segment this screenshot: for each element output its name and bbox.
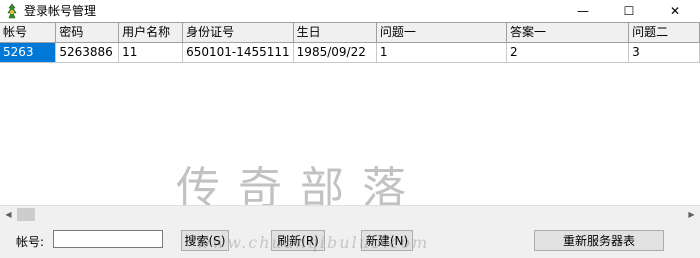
- column-header-answer-1[interactable]: 答案一: [506, 23, 630, 43]
- reload-server-table-button[interactable]: 重新服务器表: [534, 230, 664, 251]
- column-header-id-number[interactable]: 身份证号: [182, 23, 294, 43]
- cell-question-1[interactable]: 1: [376, 42, 508, 63]
- column-header-question-1[interactable]: 问题一: [376, 23, 508, 43]
- account-grid[interactable]: 帐号 密码 用户名称 身份证号 生日 问题一 答案一 问题二 5263 5263…: [0, 22, 700, 221]
- search-bar: 帐号: 搜索(S) 刷新(R) 新建(N) 重新服务器表: [0, 222, 700, 258]
- cell-password[interactable]: 5263886: [55, 42, 120, 63]
- cell-birthday[interactable]: 1985/09/22: [293, 42, 377, 63]
- account-label: 帐号:: [16, 235, 45, 249]
- cell-id-number[interactable]: 650101-1455111: [182, 42, 294, 63]
- title-bar: 登录帐号管理 — ☐ ✕: [0, 0, 700, 22]
- refresh-button[interactable]: 刷新(R): [271, 230, 325, 251]
- scroll-right-icon[interactable]: ▶: [683, 206, 700, 223]
- add-button[interactable]: 新建(N): [361, 230, 413, 251]
- search-button[interactable]: 搜索(S): [181, 230, 229, 251]
- maximize-button[interactable]: ☐: [606, 0, 652, 22]
- column-header-account[interactable]: 帐号: [0, 23, 57, 43]
- close-button[interactable]: ✕: [652, 0, 698, 22]
- column-header-question-2[interactable]: 问题二: [628, 23, 700, 43]
- minimize-button[interactable]: —: [560, 0, 606, 22]
- column-header-username[interactable]: 用户名称: [118, 23, 184, 43]
- column-header-birthday[interactable]: 生日: [293, 23, 377, 43]
- column-header-password[interactable]: 密码: [55, 23, 120, 43]
- table-row[interactable]: 5263 5263886 11 650101-1455111 1985/09/2…: [0, 42, 700, 63]
- cell-account[interactable]: 5263: [0, 42, 57, 63]
- cell-question-2[interactable]: 3: [628, 42, 700, 63]
- account-table: 帐号 密码 用户名称 身份证号 生日 问题一 答案一 问题二 5263 5263…: [0, 23, 700, 63]
- app-icon: [4, 3, 20, 19]
- window-title: 登录帐号管理: [24, 4, 97, 18]
- cell-username[interactable]: 11: [118, 42, 184, 63]
- horizontal-scrollbar[interactable]: ◀ ▶: [0, 205, 700, 223]
- cell-answer-1[interactable]: 2: [506, 42, 630, 63]
- scroll-thumb[interactable]: [17, 208, 35, 221]
- header-row: 帐号 密码 用户名称 身份证号 生日 问题一 答案一 问题二: [0, 23, 700, 43]
- scroll-left-icon[interactable]: ◀: [0, 206, 17, 223]
- account-search-input[interactable]: [53, 230, 163, 248]
